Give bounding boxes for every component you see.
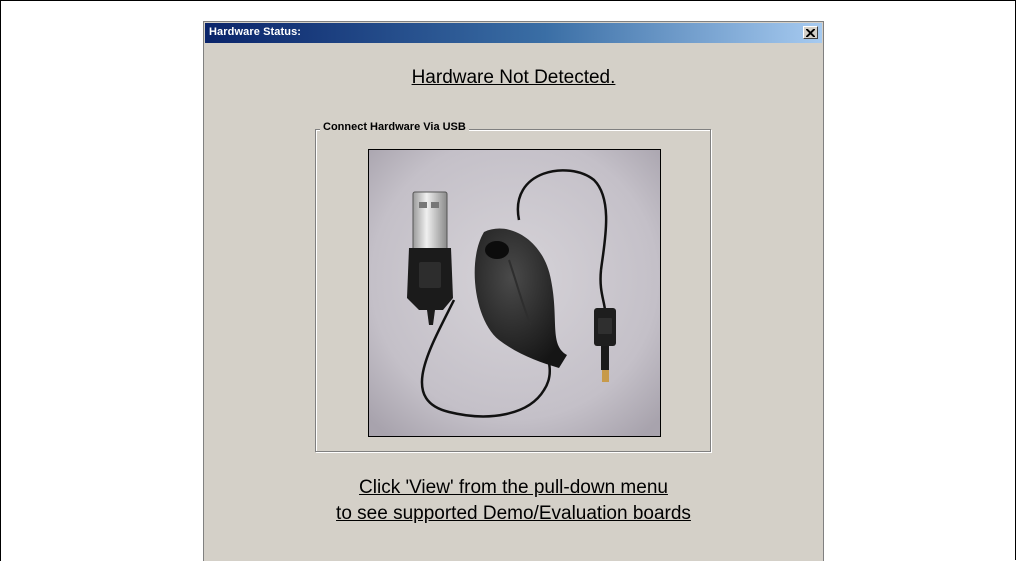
hardware-status-heading: Hardware Not Detected. bbox=[411, 67, 616, 88]
close-x-icon bbox=[806, 28, 815, 37]
groupbox-label: Connect Hardware Via USB bbox=[320, 121, 469, 133]
window-title: Hardware Status: bbox=[209, 26, 302, 38]
hardware-status-dialog: Hardware Status: Hardware Not Detected. … bbox=[203, 21, 824, 561]
page: Hardware Status: Hardware Not Detected. … bbox=[0, 0, 1016, 561]
title-bar[interactable]: Hardware Status: bbox=[205, 23, 822, 43]
close-button[interactable] bbox=[803, 26, 818, 39]
instruction-line-2: to see supported Demo/Evaluation boards bbox=[336, 503, 691, 524]
usb-cable-photo bbox=[368, 149, 661, 437]
usb-cable-image bbox=[369, 150, 660, 436]
instruction-line-1: Click 'View' from the pull-down menu bbox=[359, 477, 668, 498]
